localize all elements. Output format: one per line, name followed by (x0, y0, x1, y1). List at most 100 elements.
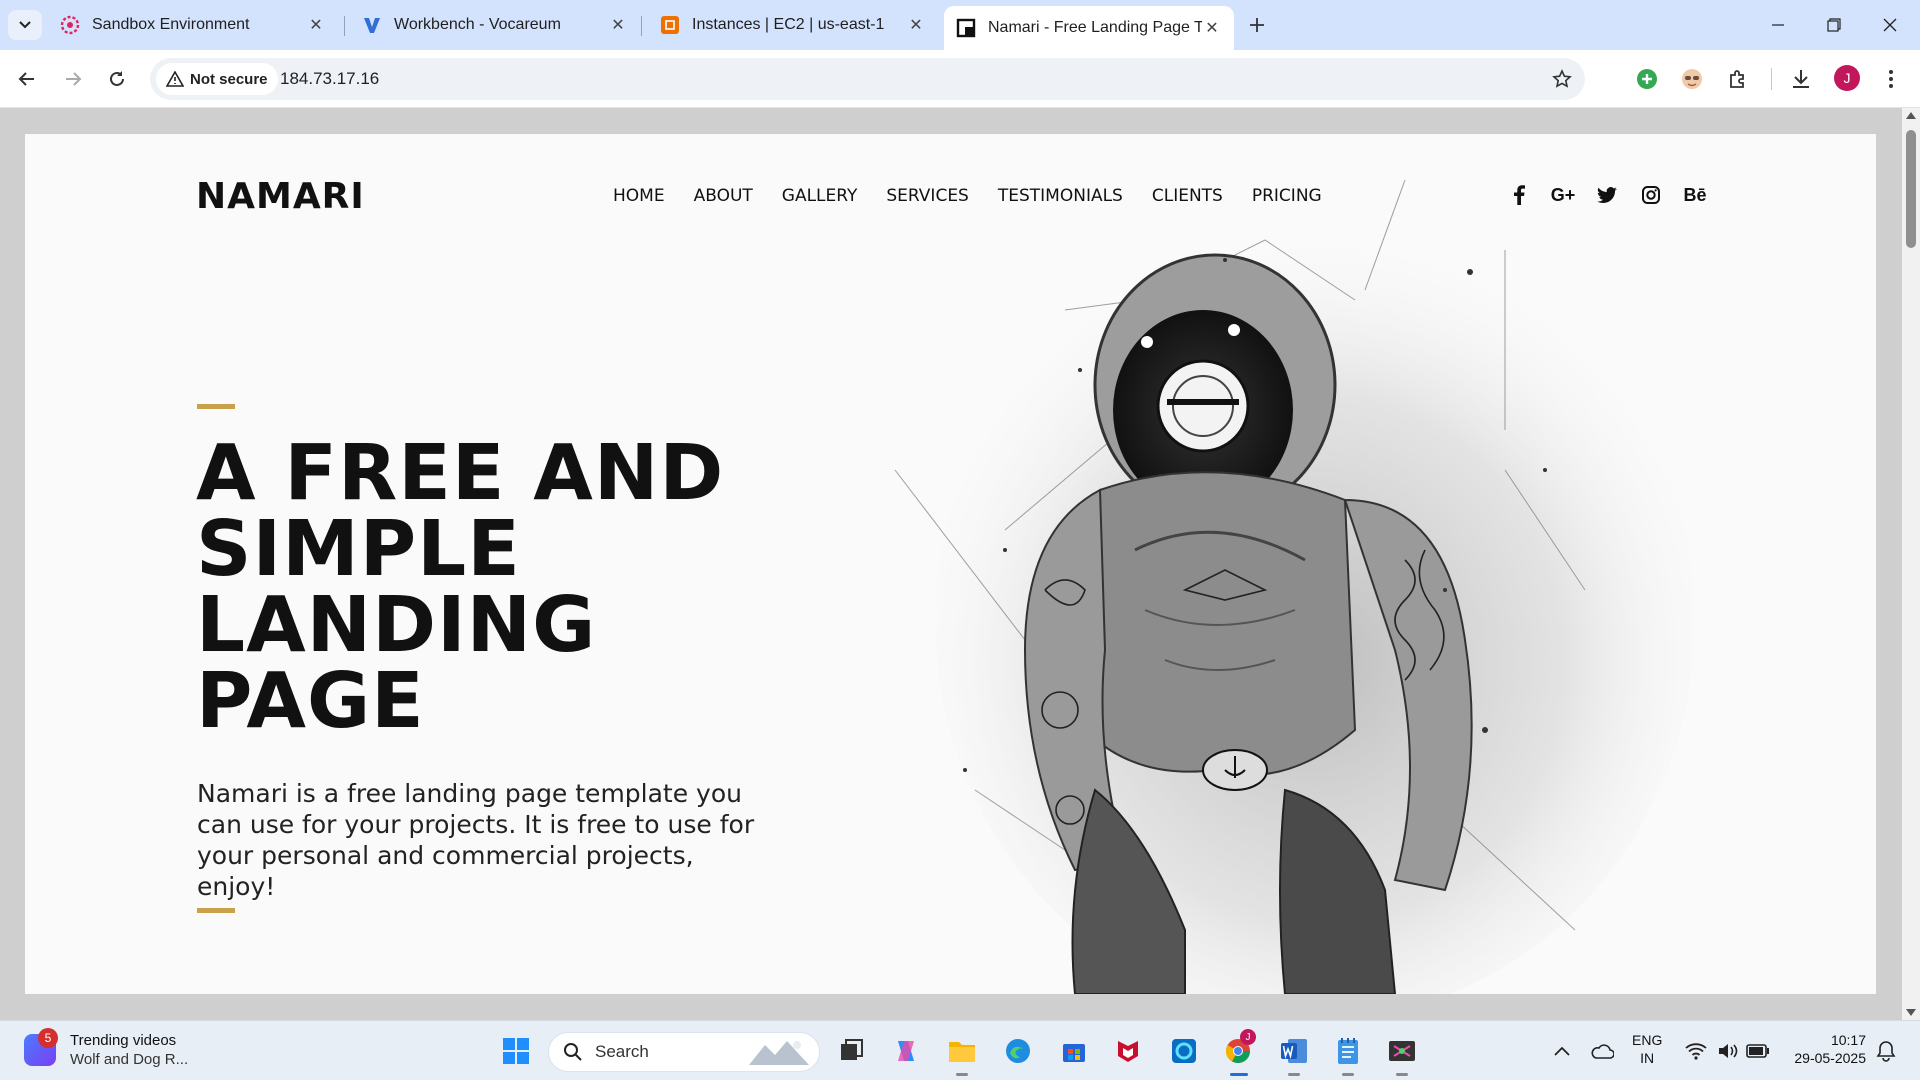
tab-divider (344, 16, 345, 36)
more-vertical-icon (1889, 70, 1893, 88)
search-placeholder: Search (595, 1042, 649, 1061)
tab-title: Sandbox Environment (92, 16, 250, 33)
running-indicator (956, 1073, 968, 1076)
download-icon (1793, 70, 1809, 88)
nav-about[interactable]: ABOUT (694, 186, 753, 206)
running-indicator (1396, 1073, 1408, 1076)
downloads-button[interactable] (1784, 62, 1818, 96)
trending-subtitle: Wolf and Dog R... (70, 1051, 189, 1068)
puzzle-icon (1730, 70, 1744, 88)
edge-button[interactable] (1002, 1035, 1034, 1067)
tab-ec2-instances[interactable]: Instances | EC2 | us-east-1 ✕ (648, 6, 938, 44)
security-label: Not secure (190, 70, 268, 88)
notepad-button[interactable] (1332, 1035, 1364, 1067)
close-icon[interactable]: ✕ (1202, 18, 1222, 38)
minimize-button[interactable] (1758, 10, 1798, 40)
bell-icon (1876, 1041, 1896, 1062)
page-scrollbar[interactable] (1902, 108, 1920, 1020)
store-button[interactable] (1058, 1035, 1090, 1067)
menu-button[interactable] (1874, 62, 1908, 96)
site-logo[interactable]: NAMARI (196, 176, 365, 217)
star-icon (1552, 69, 1572, 88)
plus-icon (1250, 18, 1264, 32)
show-hidden-icons-button[interactable] (1546, 1035, 1578, 1067)
notification-badge: 5 (38, 1028, 58, 1048)
minimize-icon (1772, 24, 1784, 26)
chevron-up-icon (1554, 1046, 1570, 1056)
restore-button[interactable] (1814, 10, 1854, 40)
tab-namari[interactable]: Namari - Free Landing Page Ter ✕ (944, 6, 1234, 50)
language-code: ENG (1632, 1032, 1663, 1048)
extensions-button[interactable] (1721, 62, 1755, 96)
restore-icon (1827, 18, 1841, 32)
word-button[interactable] (1278, 1035, 1310, 1067)
mcafee-button[interactable] (1112, 1035, 1144, 1067)
widgets-button[interactable]: 5 Trending videos Wolf and Dog R... (24, 1028, 189, 1069)
clock-time: 10:17 (1830, 1032, 1866, 1048)
bookmark-button[interactable] (1549, 66, 1575, 92)
reload-button[interactable] (100, 62, 134, 96)
wifi-status[interactable] (1680, 1035, 1712, 1067)
nav-gallery[interactable]: GALLERY (782, 186, 858, 206)
landing-page: NAMARI HOME ABOUT GALLERY SERVICES TESTI… (25, 134, 1876, 994)
clock[interactable]: 10:17 29-05-2025 (1784, 1031, 1866, 1067)
cortana-button[interactable] (1168, 1035, 1200, 1067)
tab-vocareum[interactable]: Workbench - Vocareum ✕ (350, 6, 640, 44)
wifi-icon (1685, 1043, 1707, 1060)
tab-sandbox[interactable]: Sandbox Environment ✕ (48, 6, 338, 44)
extension-avatar[interactable] (1675, 62, 1709, 96)
hero-title-line: SIMPLE (196, 505, 521, 594)
snipping-tool-button[interactable] (1386, 1035, 1418, 1067)
active-indicator (1230, 1073, 1248, 1076)
address-bar[interactable]: Not secure 184.73.17.16 (150, 58, 1585, 100)
security-indicator[interactable]: Not secure (156, 63, 278, 95)
browser-toolbar: Not secure 184.73.17.16 (0, 50, 1920, 108)
sandbox-icon (60, 15, 80, 35)
file-explorer-button[interactable] (946, 1035, 978, 1067)
store-icon (1063, 1044, 1085, 1062)
close-window-button[interactable] (1870, 10, 1910, 40)
plus-circle-icon (1637, 69, 1657, 89)
copilot-icon (898, 1041, 914, 1061)
notifications-button[interactable] (1870, 1035, 1902, 1067)
profile-avatar[interactable]: J (1834, 65, 1860, 91)
cortana-icon (1172, 1039, 1196, 1063)
edge-icon (1006, 1039, 1030, 1063)
nav-home[interactable]: HOME (613, 186, 665, 206)
chrome-profile-badge: J (1240, 1029, 1256, 1045)
vocareum-icon (362, 15, 382, 35)
hero-title-line: PAGE (196, 657, 425, 746)
back-button[interactable] (10, 62, 44, 96)
new-tab-button[interactable] (1244, 12, 1270, 38)
word-icon (1281, 1039, 1307, 1063)
task-view-button[interactable] (836, 1035, 868, 1067)
close-icon[interactable]: ✕ (906, 15, 926, 35)
forward-button[interactable] (56, 62, 90, 96)
toolbar-divider (1771, 68, 1772, 90)
task-view-icon (841, 1039, 863, 1060)
close-icon[interactable]: ✕ (306, 15, 326, 35)
battery-status[interactable] (1742, 1035, 1774, 1067)
close-icon[interactable]: ✕ (608, 15, 628, 35)
running-indicator (1342, 1073, 1354, 1076)
start-button[interactable] (500, 1035, 532, 1067)
tab-strip: Sandbox Environment ✕ Workbench - Vocare… (0, 0, 1920, 50)
scroll-thumb[interactable] (1906, 130, 1916, 248)
chevron-down-icon (19, 21, 31, 29)
url-text[interactable]: 184.73.17.16 (280, 69, 379, 89)
tab-search-button[interactable] (8, 10, 42, 40)
volume-status[interactable] (1712, 1035, 1744, 1067)
scroll-up-icon[interactable] (1906, 112, 1916, 119)
scroll-down-icon[interactable] (1906, 1009, 1916, 1016)
page-icon (956, 18, 976, 38)
folder-icon (949, 1042, 975, 1062)
aws-ec2-icon (660, 15, 680, 35)
chrome-button[interactable]: J (1222, 1029, 1256, 1067)
snipping-icon (1389, 1041, 1415, 1061)
copilot-button[interactable] (890, 1035, 922, 1067)
taskbar-search[interactable]: Search (548, 1032, 820, 1072)
extension-green[interactable] (1630, 62, 1664, 96)
onedrive-button[interactable] (1586, 1035, 1618, 1067)
tab-title: Workbench - Vocareum (394, 16, 561, 33)
language-indicator[interactable]: ENG IN (1632, 1031, 1662, 1067)
